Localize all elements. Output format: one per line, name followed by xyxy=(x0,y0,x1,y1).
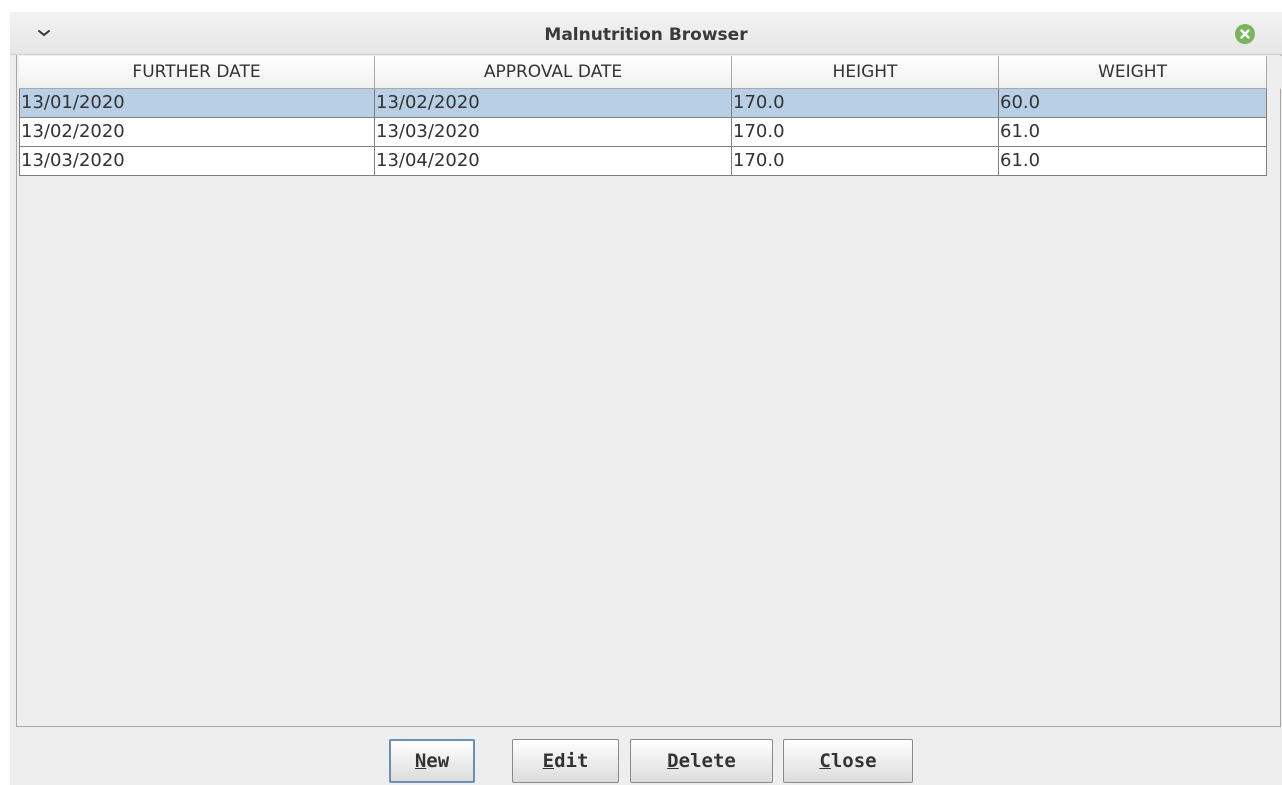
malnutrition-browser-window: Malnutrition Browser FURTHER DATE APPROV… xyxy=(10,12,1282,785)
table-row[interactable]: 13/03/2020 13/04/2020 170.0 61.0 xyxy=(19,147,1267,176)
column-header-weight[interactable]: WEIGHT xyxy=(999,56,1267,89)
approval-date-cell: 13/02/2020 xyxy=(375,89,732,118)
table-row[interactable]: 13/01/2020 13/02/2020 170.0 60.0 xyxy=(19,89,1267,118)
close-label-rest: lose xyxy=(830,750,877,772)
edit-label-rest: dit xyxy=(554,750,589,772)
column-header-further-date[interactable]: FURTHER DATE xyxy=(19,56,375,89)
table-header: FURTHER DATE APPROVAL DATE HEIGHT WEIGHT xyxy=(19,56,1269,89)
window-title: Malnutrition Browser xyxy=(544,25,748,45)
table-body: 13/01/2020 13/02/2020 170.0 60.0 13/02/2… xyxy=(19,89,1267,176)
further-date-cell: 13/03/2020 xyxy=(19,147,375,176)
further-date-cell: 13/02/2020 xyxy=(19,118,375,147)
column-header-approval-date[interactable]: APPROVAL DATE xyxy=(375,56,732,89)
delete-mnemonic: D xyxy=(667,750,679,772)
close-mnemonic: C xyxy=(819,750,831,772)
title-bar[interactable]: Malnutrition Browser xyxy=(10,12,1282,55)
button-bar: New Edit Delete Close xyxy=(10,730,1282,785)
new-mnemonic: N xyxy=(414,750,427,772)
delete-button[interactable]: Delete xyxy=(630,739,773,783)
approval-date-cell: 13/03/2020 xyxy=(375,118,732,147)
edit-mnemonic: E xyxy=(542,750,555,772)
height-cell: 170.0 xyxy=(732,89,999,118)
header-corner xyxy=(1269,56,1281,89)
height-cell: 170.0 xyxy=(732,118,999,147)
approval-date-cell: 13/04/2020 xyxy=(375,147,732,176)
close-button[interactable]: Close xyxy=(783,739,913,783)
column-header-height[interactable]: HEIGHT xyxy=(732,56,999,89)
edit-button[interactable]: Edit xyxy=(512,739,619,783)
new-button[interactable]: New xyxy=(389,739,475,783)
weight-cell: 61.0 xyxy=(999,147,1267,176)
close-circle-icon[interactable] xyxy=(1235,24,1255,44)
height-cell: 170.0 xyxy=(732,147,999,176)
further-date-cell: 13/01/2020 xyxy=(19,89,375,118)
new-label-rest: ew xyxy=(426,750,450,772)
weight-cell: 60.0 xyxy=(999,89,1267,118)
malnutrition-table[interactable]: FURTHER DATE APPROVAL DATE HEIGHT WEIGHT… xyxy=(16,55,1281,727)
table-row[interactable]: 13/02/2020 13/03/2020 170.0 61.0 xyxy=(19,118,1267,147)
delete-label-rest: elete xyxy=(678,750,736,772)
weight-cell: 61.0 xyxy=(999,118,1267,147)
